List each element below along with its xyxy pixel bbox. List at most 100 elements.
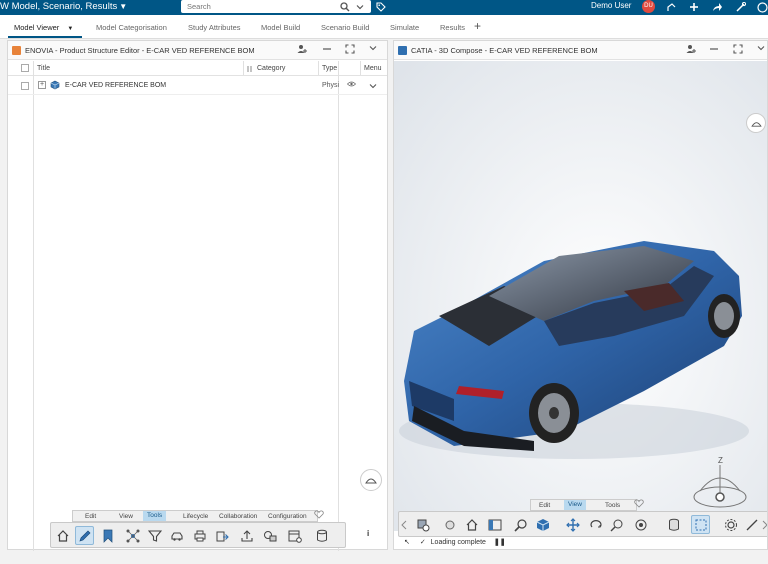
bookmark-icon[interactable] [98,526,117,545]
maximize-icon[interactable] [345,44,355,56]
toolbar-tab-view[interactable]: View [564,500,586,510]
toolbar-tab-tools[interactable]: Tools [143,511,167,521]
chevron-down-icon[interactable] [757,44,765,54]
insert-icon[interactable] [212,526,231,545]
zoom-icon[interactable] [511,515,530,534]
row-title: E-CAR VED REFERENCE BOM [65,82,167,89]
table-settings-icon[interactable] [285,526,304,545]
tools-icon[interactable] [736,0,746,14]
expand-icon[interactable]: + [38,81,46,89]
scroll-left-icon[interactable] [399,515,409,534]
user-name[interactable]: Demo User [591,1,631,10]
eye-icon[interactable] [346,80,357,90]
column-type[interactable]: Type [322,65,337,72]
zoom-area-icon[interactable] [607,515,626,534]
scroll-right-icon[interactable] [760,515,767,534]
edit-pencil-icon[interactable] [75,526,94,545]
rotate-icon[interactable] [586,515,605,534]
tab-results[interactable]: Results [440,23,465,32]
add-tab-button[interactable]: + [474,19,481,33]
pause-icon[interactable]: ❚❚ [494,539,506,546]
chevron-down-icon[interactable]: ▼ [67,26,73,32]
search-dropdown-icon[interactable] [356,0,364,14]
plus-icon[interactable] [689,0,699,14]
tab-label: Model Viewer [14,23,60,32]
shapes-icon[interactable] [260,526,279,545]
column-menu[interactable]: Menu [364,65,382,72]
upload-icon[interactable] [237,526,256,545]
toolbar-tab-tools[interactable]: Tools [605,502,620,509]
panel-toggle-icon[interactable] [485,515,504,534]
avatar[interactable]: DU [642,0,655,13]
minimize-icon[interactable] [709,44,719,56]
camera-icon[interactable] [440,515,459,534]
row-checkbox[interactable] [21,82,29,90]
panel-header: CATIA - 3D Compose - E-CAR VED REFERENCE… [394,41,767,60]
forward-icon[interactable] [712,0,723,14]
chevron-down-icon[interactable] [369,44,377,54]
tab-model-build[interactable]: Model Build [261,23,300,32]
column-divider [318,61,319,75]
status-text: Loading complete [430,539,486,546]
toolbar-tab-view[interactable]: View [119,513,133,520]
toolbar-tab-edit[interactable]: Edit [539,502,550,509]
favorite-icon[interactable] [314,510,324,521]
top-bar: W Model, Scenario, Results▼ Demo User DU [0,0,768,15]
print-icon[interactable] [190,526,209,545]
product-icon [50,80,60,92]
car-icon[interactable] [167,526,186,545]
panel-title: ENOVIA - Product Structure Editor - E-CA… [25,46,255,55]
chevron-down-icon[interactable] [369,82,377,92]
row-type: Physi [322,82,340,89]
column-title[interactable]: Title [37,65,50,72]
select-all-checkbox[interactable] [21,64,29,72]
gear-cube-icon[interactable] [413,515,432,534]
action-bar-tabs: Edit View Tools Lifecycle Collaboration … [72,510,318,522]
search-input[interactable] [181,0,331,12]
tab-model-categorisation[interactable]: Model Categorisation [96,23,167,32]
tab-simulate[interactable]: Simulate [390,23,419,32]
favorite-icon[interactable] [634,499,644,510]
view-cube-icon[interactable] [533,515,552,534]
cursor-icon: ↖ [404,539,410,546]
chevron-down-icon[interactable]: ▼ [119,2,127,11]
help-icon[interactable] [757,0,768,14]
navigation-compass-button[interactable] [360,469,382,491]
toolbar-tab-lifecycle[interactable]: Lifecycle [183,513,208,520]
info-icon[interactable]: i [367,529,369,538]
column-resize-icon[interactable] [247,65,255,75]
filter-icon[interactable] [145,526,164,545]
user-share-icon[interactable] [297,44,307,56]
toolbar-tab-collaboration[interactable]: Collaboration [219,513,257,520]
navigation-compass-button[interactable] [746,113,766,133]
maximize-icon[interactable] [733,44,743,56]
network-icon[interactable] [123,526,142,545]
product-structure-editor-panel: ENOVIA - Product Structure Editor - E-CA… [7,40,388,551]
database-icon[interactable] [312,526,331,545]
column-category[interactable]: Category [257,65,285,72]
tab-study-attributes[interactable]: Study Attributes [188,23,241,32]
tag-icon[interactable] [376,0,386,14]
home-icon[interactable] [462,515,481,534]
settings-icon[interactable] [721,515,740,534]
selection-box-icon[interactable] [691,515,710,534]
share-icon[interactable] [666,0,677,14]
table-row[interactable]: + E-CAR VED REFERENCE BOM Physi [8,77,387,95]
tab-scenario-build[interactable]: Scenario Build [321,23,369,32]
home-icon[interactable] [53,526,72,545]
search-icon[interactable] [340,0,350,14]
measure-icon[interactable] [742,515,761,534]
3d-compass-icon[interactable]: Z [690,455,750,513]
toolbar-tab-configuration[interactable]: Configuration [268,513,307,520]
column-divider [338,61,339,551]
app-title[interactable]: W Model, Scenario, Results ▼ [0,1,127,12]
cylinder-icon[interactable] [664,515,683,534]
user-share-icon[interactable] [686,44,696,56]
toolbar-tab-edit[interactable]: Edit [85,513,96,520]
pan-icon[interactable] [563,515,582,534]
3d-compose-panel: CATIA - 3D Compose - E-CAR VED REFERENCE… [393,40,768,550]
minimize-icon[interactable] [322,44,332,56]
explode-icon[interactable] [631,515,650,534]
panel-title: CATIA - 3D Compose - E-CAR VED REFERENCE… [411,46,598,55]
tab-model-viewer[interactable]: Model Viewer ▼ [14,23,73,32]
